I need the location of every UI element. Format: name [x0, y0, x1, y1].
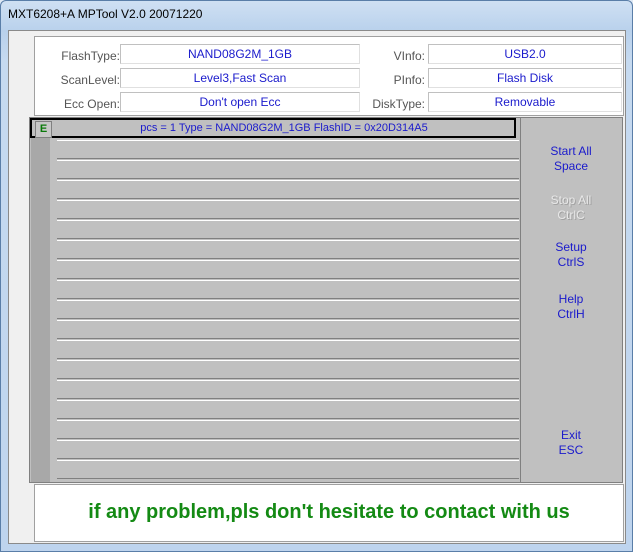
port-row[interactable]	[57, 220, 519, 239]
help-button[interactable]: Help CtrlH	[521, 292, 621, 322]
window-title: MXT6208+A MPTool V2.0 20071220	[8, 7, 203, 21]
action-panel: Start All Space Stop All CtrlC Setup Ctr…	[520, 118, 622, 482]
port-row[interactable]	[57, 200, 519, 219]
port-row[interactable]	[57, 340, 519, 359]
setup-label: Setup	[555, 240, 587, 254]
ecc-open-field: Don't open Ecc	[120, 92, 360, 112]
scan-level-label: ScanLevel:	[60, 73, 120, 87]
port-row[interactable]	[57, 400, 519, 419]
port-row[interactable]	[57, 240, 519, 259]
exit-button[interactable]: Exit ESC	[521, 428, 621, 458]
port-row[interactable]	[57, 320, 519, 339]
message-panel: if any problem,pls don't hesitate to con…	[34, 484, 624, 542]
start-all-label: Start All	[550, 144, 592, 158]
v-info-field: USB2.0	[428, 44, 622, 64]
flash-type-field: NAND08G2M_1GB	[120, 44, 360, 64]
port-row-active[interactable]: E pcs = 1 Type = NAND08G2M_1GB FlashID =…	[30, 118, 516, 138]
port-row[interactable]	[57, 380, 519, 399]
port-row[interactable]	[57, 140, 519, 159]
client-area: FlashType: NAND08G2M_1GB ScanLevel: Leve…	[8, 30, 626, 544]
stop-all-label: Stop All	[550, 193, 592, 207]
disk-type-field: Removable	[428, 92, 622, 112]
port-list: E pcs = 1 Type = NAND08G2M_1GB FlashID =…	[29, 117, 623, 483]
port-info-text: pcs = 1 Type = NAND08G2M_1GB FlashID = 0…	[140, 122, 428, 134]
v-info-label: VInfo:	[393, 49, 425, 63]
port-row[interactable]	[57, 360, 519, 379]
exit-shortcut: ESC	[558, 443, 584, 457]
port-row[interactable]	[57, 440, 519, 459]
flash-type-label: FlashType:	[61, 49, 120, 63]
port-row[interactable]	[57, 280, 519, 299]
stop-all-shortcut: CtrlC	[557, 208, 585, 222]
port-row[interactable]	[57, 460, 519, 479]
start-all-button[interactable]: Start All Space	[521, 144, 621, 174]
exit-label: Exit	[560, 428, 581, 442]
setup-button[interactable]: Setup CtrlS	[521, 240, 621, 270]
p-info-label: PInfo:	[393, 73, 425, 87]
p-info-field: Flash Disk	[428, 68, 622, 88]
port-row[interactable]	[57, 300, 519, 319]
status-message: if any problem,pls don't hesitate to con…	[88, 501, 570, 523]
ecc-open-label: Ecc Open:	[63, 97, 120, 111]
setup-shortcut: CtrlS	[557, 255, 585, 269]
port-status-badge: E	[35, 121, 52, 138]
port-row[interactable]	[57, 160, 519, 179]
help-shortcut: CtrlH	[557, 307, 585, 321]
start-all-shortcut: Space	[553, 159, 589, 173]
port-row[interactable]	[57, 260, 519, 279]
device-info-panel: FlashType: NAND08G2M_1GB ScanLevel: Leve…	[34, 36, 624, 116]
stop-all-button[interactable]: Stop All CtrlC	[521, 193, 621, 223]
help-label: Help	[558, 292, 584, 306]
port-row[interactable]	[57, 180, 519, 199]
disk-type-label: DiskType:	[372, 97, 425, 111]
scan-level-field: Level3,Fast Scan	[120, 68, 360, 88]
port-row[interactable]	[57, 420, 519, 439]
title-bar[interactable]: MXT6208+A MPTool V2.0 20071220	[0, 0, 633, 30]
port-index-strip	[31, 118, 50, 482]
